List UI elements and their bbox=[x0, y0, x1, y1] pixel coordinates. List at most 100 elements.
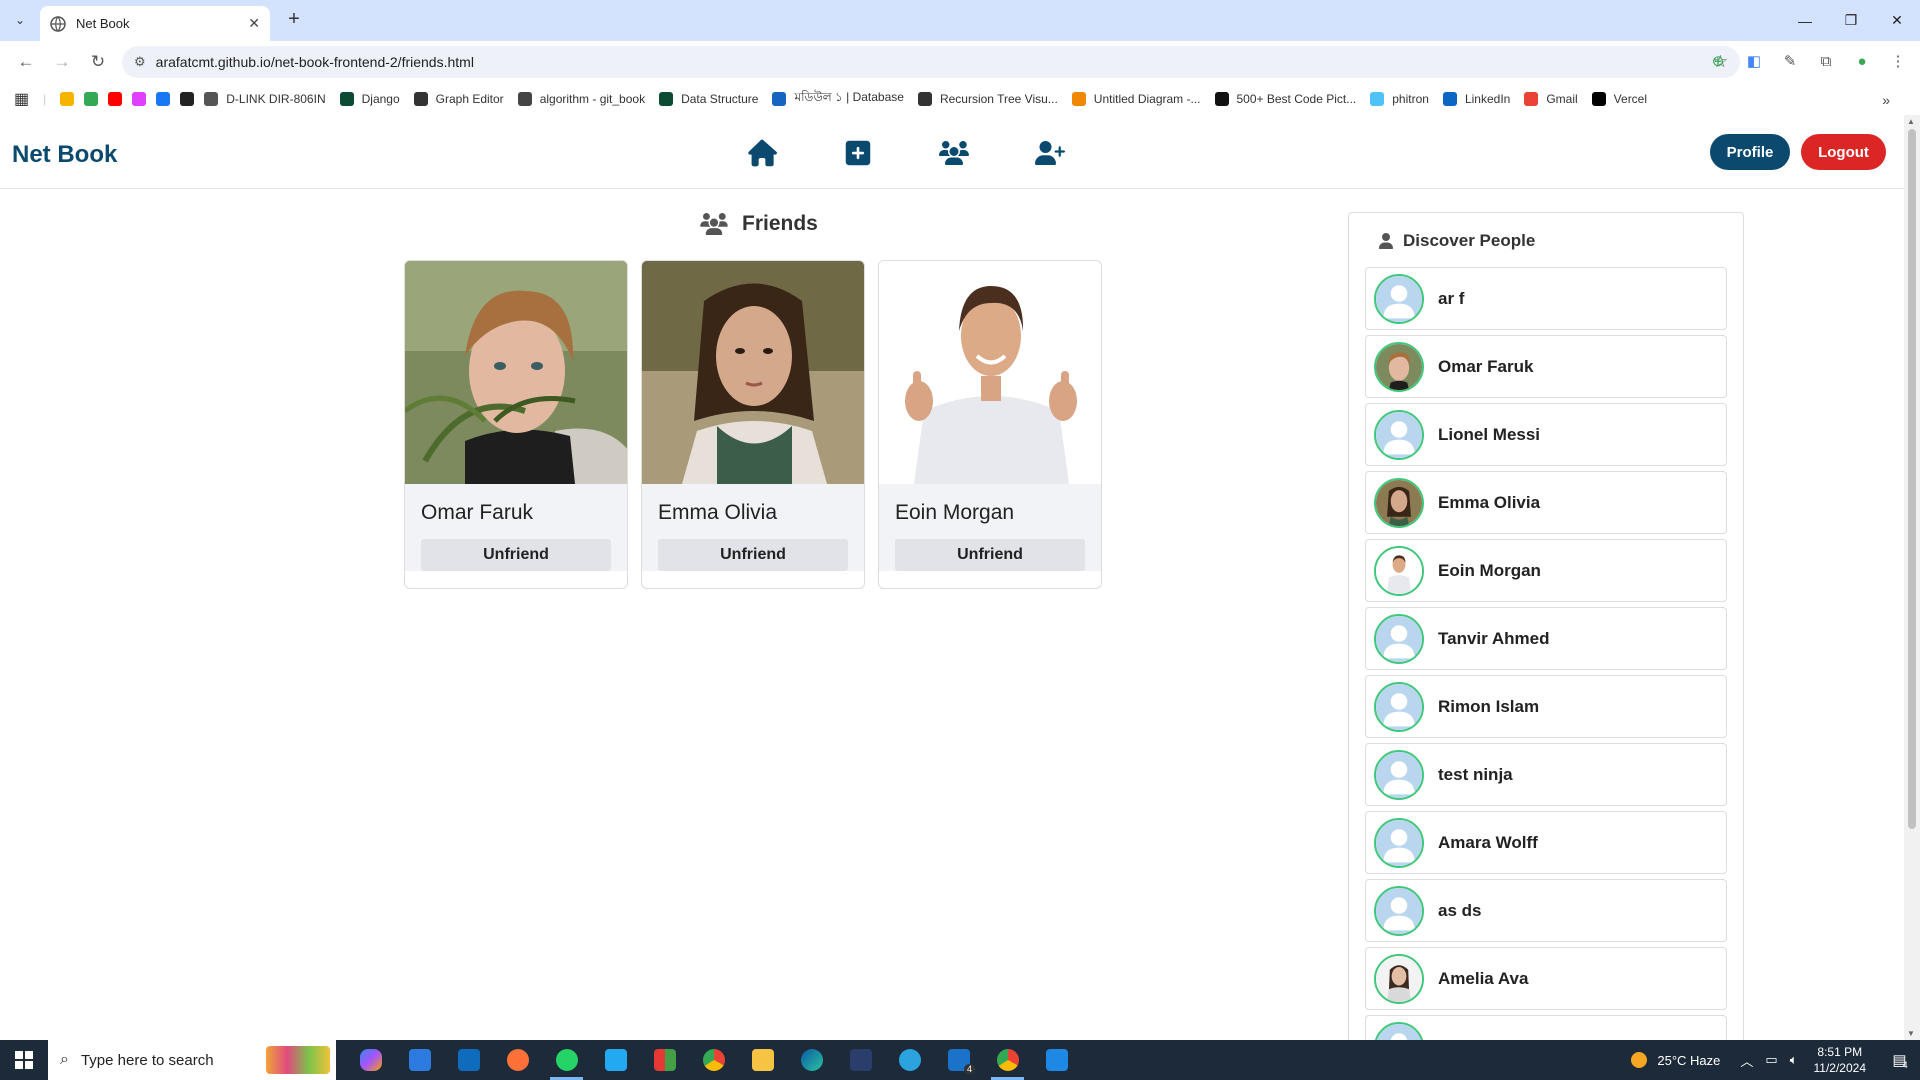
close-window-icon[interactable]: ✕ bbox=[1874, 0, 1920, 41]
address-bar[interactable]: ⚙ arafatcmt.github.io/net-book-frontend-… bbox=[122, 46, 1740, 78]
discover-person-item[interactable]: Rimon Islam bbox=[1365, 675, 1727, 738]
person-name[interactable]: Eoin Morgan bbox=[1438, 561, 1541, 581]
new-tab-icon[interactable]: + bbox=[282, 8, 306, 31]
discover-person-item[interactable]: Tanvir Ahmed bbox=[1365, 607, 1727, 670]
store-icon[interactable] bbox=[395, 1040, 444, 1080]
person-name[interactable]: Omar Faruk bbox=[1438, 357, 1533, 377]
mail-icon[interactable]: 4 bbox=[934, 1040, 983, 1080]
profile-button[interactable]: Profile bbox=[1710, 134, 1790, 170]
home-icon[interactable] bbox=[746, 137, 778, 169]
discover-person-item[interactable]: as ds bbox=[1365, 879, 1727, 942]
discover-person-item[interactable]: Lionel Messi bbox=[1365, 403, 1727, 466]
account-avatar-icon[interactable]: ● bbox=[1850, 49, 1874, 73]
file-explorer-icon[interactable] bbox=[738, 1040, 787, 1080]
person-name[interactable]: Rimon Islam bbox=[1438, 697, 1539, 717]
discover-person-item[interactable]: test ninja bbox=[1365, 743, 1727, 806]
bookmark-item[interactable]: phitron bbox=[1370, 89, 1429, 109]
copilot-icon[interactable] bbox=[346, 1040, 395, 1080]
person-name[interactable]: Emma Olivia bbox=[1438, 493, 1540, 513]
bookmark-item[interactable]: LinkedIn bbox=[1442, 89, 1510, 109]
back-icon[interactable]: ← bbox=[10, 46, 42, 78]
person-name[interactable]: test ninja bbox=[1438, 765, 1513, 785]
bookmark-item[interactable]: algorithm - git_book bbox=[517, 89, 645, 109]
scroll-down-icon[interactable]: ▼ bbox=[1907, 1029, 1915, 1038]
volume-icon[interactable]: 🔈︎ bbox=[1790, 1052, 1798, 1068]
taskbar-search[interactable]: ⌕ Type here to search bbox=[48, 1040, 336, 1080]
bookmark-item[interactable]: Graph Editor bbox=[413, 89, 504, 109]
bookmark-item[interactable] bbox=[60, 89, 75, 109]
firefox-icon[interactable] bbox=[493, 1040, 542, 1080]
person-name[interactable]: as ds bbox=[1438, 901, 1481, 921]
network-icon[interactable]: ▭ bbox=[1765, 1052, 1777, 1068]
bookmark-item[interactable]: Data Structure bbox=[659, 89, 758, 109]
notifications-icon[interactable]: ▤ 4 bbox=[1880, 1040, 1920, 1080]
reload-icon[interactable]: ↻ bbox=[82, 46, 114, 78]
chevron-up-icon[interactable]: ︿ bbox=[1740, 1051, 1753, 1070]
friends-icon[interactable] bbox=[938, 137, 970, 169]
chrome-active-icon[interactable] bbox=[983, 1040, 1032, 1080]
tab-search-icon[interactable]: ⌄ bbox=[10, 10, 30, 30]
minimize-icon[interactable]: — bbox=[1782, 0, 1828, 41]
tiles-app-icon[interactable] bbox=[640, 1040, 689, 1080]
apps-grid-icon[interactable]: ▦ bbox=[14, 89, 29, 109]
discover-person-item[interactable]: Amelia Ava bbox=[1365, 947, 1727, 1010]
bookmarks-overflow-icon[interactable]: » bbox=[1882, 92, 1890, 108]
person-name[interactable]: ar f bbox=[1438, 289, 1464, 309]
site-info-icon[interactable]: ⚙ bbox=[134, 54, 146, 70]
bookmark-item[interactable]: Recursion Tree Visu... bbox=[917, 89, 1058, 109]
bookmark-item[interactable] bbox=[108, 89, 123, 109]
outlook-icon[interactable] bbox=[444, 1040, 493, 1080]
discover-person-item[interactable]: ar f bbox=[1365, 267, 1727, 330]
browser-tab[interactable]: Net Book ✕ bbox=[40, 6, 270, 41]
unfriend-button[interactable]: Unfriend bbox=[658, 539, 848, 571]
bookmark-item[interactable] bbox=[180, 89, 195, 109]
bookmark-item[interactable]: Vercel bbox=[1591, 89, 1647, 109]
unfriend-button[interactable]: Unfriend bbox=[421, 539, 611, 571]
add-extension-icon[interactable]: ⊕ bbox=[1706, 49, 1730, 73]
scroll-up-icon[interactable]: ▲ bbox=[1907, 117, 1915, 126]
vscode-icon[interactable] bbox=[591, 1040, 640, 1080]
bookmark-item[interactable]: Django bbox=[339, 89, 400, 109]
bookmark-item[interactable]: মডিউল ১ | Database bbox=[772, 89, 904, 109]
discover-person-item[interactable]: Omar Faruk bbox=[1365, 335, 1727, 398]
bookmark-item[interactable] bbox=[84, 89, 99, 109]
url-text[interactable]: arafatcmt.github.io/net-book-frontend-2/… bbox=[156, 54, 1713, 70]
discover-person-item[interactable]: Emma Olivia bbox=[1365, 471, 1727, 534]
bookmark-item[interactable] bbox=[132, 89, 147, 109]
dev-tool-icon[interactable] bbox=[836, 1040, 885, 1080]
unfriend-button[interactable]: Unfriend bbox=[895, 539, 1085, 571]
pen-icon[interactable]: ✎ bbox=[1778, 49, 1802, 73]
page-scrollbar[interactable]: ▲ ▼ bbox=[1904, 115, 1920, 1040]
discover-person-item[interactable]: Amara Wolff bbox=[1365, 811, 1727, 874]
weather-widget[interactable]: 25°C Haze bbox=[1631, 1052, 1720, 1068]
forward-icon[interactable]: → bbox=[46, 46, 78, 78]
person-name[interactable]: Amelia Ava bbox=[1438, 969, 1528, 989]
puzzle-icon[interactable]: ⧉ bbox=[1814, 49, 1838, 73]
clock[interactable]: 8:51 PM 11/2/2024 bbox=[1814, 1044, 1867, 1076]
person-name[interactable]: Lionel Messi bbox=[1438, 425, 1540, 445]
telegram-icon[interactable] bbox=[885, 1040, 934, 1080]
close-tab-icon[interactable]: ✕ bbox=[248, 15, 260, 32]
start-button[interactable] bbox=[0, 1040, 48, 1080]
whatsapp-icon[interactable] bbox=[542, 1040, 591, 1080]
discover-person-item[interactable]: Eoin Morgan bbox=[1365, 539, 1727, 602]
bookmark-item[interactable]: Untitled Diagram -... bbox=[1071, 89, 1201, 109]
bookmark-item[interactable]: Gmail bbox=[1524, 89, 1578, 109]
translate-icon[interactable]: ◧ bbox=[1742, 49, 1766, 73]
menu-kebab-icon[interactable]: ⋮ bbox=[1886, 49, 1910, 73]
brand-logo[interactable]: Net Book bbox=[12, 141, 117, 169]
edge-icon[interactable] bbox=[787, 1040, 836, 1080]
discover-person-item[interactable] bbox=[1365, 1015, 1727, 1040]
add-friend-icon[interactable] bbox=[1034, 137, 1066, 169]
bookmark-item[interactable]: D-LINK DIR-806IN bbox=[204, 89, 326, 109]
bookmark-item[interactable] bbox=[156, 89, 171, 109]
person-name[interactable]: Tanvir Ahmed bbox=[1438, 629, 1549, 649]
person-name[interactable]: Amara Wolff bbox=[1438, 833, 1538, 853]
scrollbar-thumb[interactable] bbox=[1908, 129, 1916, 829]
bookmark-item[interactable]: 500+ Best Code Pict... bbox=[1214, 89, 1356, 109]
create-post-icon[interactable] bbox=[842, 137, 874, 169]
logout-button[interactable]: Logout bbox=[1801, 134, 1886, 170]
photos-icon[interactable] bbox=[1032, 1040, 1081, 1080]
chrome-icon[interactable] bbox=[689, 1040, 738, 1080]
restore-icon[interactable]: ❐ bbox=[1828, 0, 1874, 41]
